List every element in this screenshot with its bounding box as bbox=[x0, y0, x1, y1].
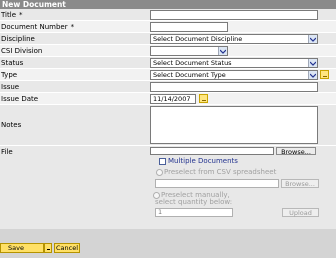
csv-radio[interactable] bbox=[156, 169, 163, 176]
notes-textarea[interactable] bbox=[150, 106, 318, 144]
dialog-title: New Document bbox=[0, 0, 336, 9]
quantity-input[interactable]: 1 bbox=[155, 208, 233, 217]
discipline-select[interactable]: Select Document Discipline bbox=[150, 34, 318, 44]
file-browse-button[interactable]: Browse... bbox=[276, 147, 316, 156]
issue-date-label: Issue Date bbox=[1, 95, 39, 103]
multiple-documents-checkbox[interactable] bbox=[159, 158, 166, 165]
status-selected-value: Select Document Status bbox=[153, 59, 232, 67]
status-row: Status Select Document Status bbox=[0, 57, 336, 69]
issue-row: Issue bbox=[0, 81, 336, 93]
type-label: Type bbox=[1, 71, 18, 79]
chevron-down-icon[interactable] bbox=[218, 47, 227, 55]
multiple-documents-label: Multiple Documents bbox=[168, 157, 238, 165]
type-selected-value: Select Document Type bbox=[153, 71, 226, 79]
document-number-label: Document Number * bbox=[1, 23, 75, 31]
title-row: Title * bbox=[0, 9, 336, 21]
title-input[interactable] bbox=[150, 10, 318, 20]
status-label: Status bbox=[1, 59, 24, 67]
manual-radio-label-2: select quantity below: bbox=[155, 198, 233, 206]
csi-division-label: CSI Division bbox=[1, 47, 43, 55]
document-number-row: Document Number * bbox=[0, 21, 336, 33]
action-bar: Save Cancel bbox=[0, 241, 336, 258]
calendar-icon[interactable] bbox=[199, 94, 208, 103]
notes-row: Notes bbox=[0, 105, 336, 146]
csv-path-input[interactable] bbox=[155, 179, 279, 188]
discipline-selected-value: Select Document Discipline bbox=[153, 35, 243, 43]
issue-date-input[interactable]: 11/14/2007 bbox=[150, 94, 196, 104]
save-button[interactable]: Save bbox=[0, 243, 44, 253]
csv-radio-label: Preselect from CSV spreadsheet bbox=[164, 168, 277, 176]
status-select[interactable]: Select Document Status bbox=[150, 58, 318, 68]
type-lookup-button[interactable] bbox=[320, 70, 329, 79]
discipline-row: Discipline Select Document Discipline bbox=[0, 33, 336, 45]
document-number-input[interactable] bbox=[150, 22, 228, 32]
csi-division-select[interactable] bbox=[150, 46, 228, 56]
discipline-label: Discipline bbox=[1, 35, 35, 43]
file-label: File bbox=[1, 148, 13, 156]
type-select[interactable]: Select Document Type bbox=[150, 70, 318, 80]
file-row: File Browse... Multiple Documents Presel… bbox=[0, 146, 336, 229]
file-path-input[interactable] bbox=[150, 147, 274, 155]
csv-browse-button[interactable]: Browse... bbox=[281, 179, 319, 188]
chevron-down-icon[interactable] bbox=[308, 35, 317, 43]
type-row: Type Select Document Type bbox=[0, 69, 336, 81]
csi-division-row: CSI Division bbox=[0, 45, 336, 57]
notes-label: Notes bbox=[1, 121, 22, 129]
chevron-down-icon[interactable] bbox=[308, 59, 317, 67]
upload-button[interactable]: Upload bbox=[282, 208, 319, 217]
document-form: Title * Document Number * Discipline Selec… bbox=[0, 9, 336, 229]
issue-label: Issue bbox=[1, 83, 20, 91]
issue-date-row: Issue Date 11/14/2007 bbox=[0, 93, 336, 105]
title-label: Title * bbox=[1, 11, 23, 19]
cancel-button[interactable]: Cancel bbox=[54, 243, 80, 253]
chevron-down-icon[interactable] bbox=[308, 71, 317, 79]
issue-input[interactable] bbox=[150, 82, 318, 92]
save-options-button[interactable] bbox=[44, 243, 52, 253]
